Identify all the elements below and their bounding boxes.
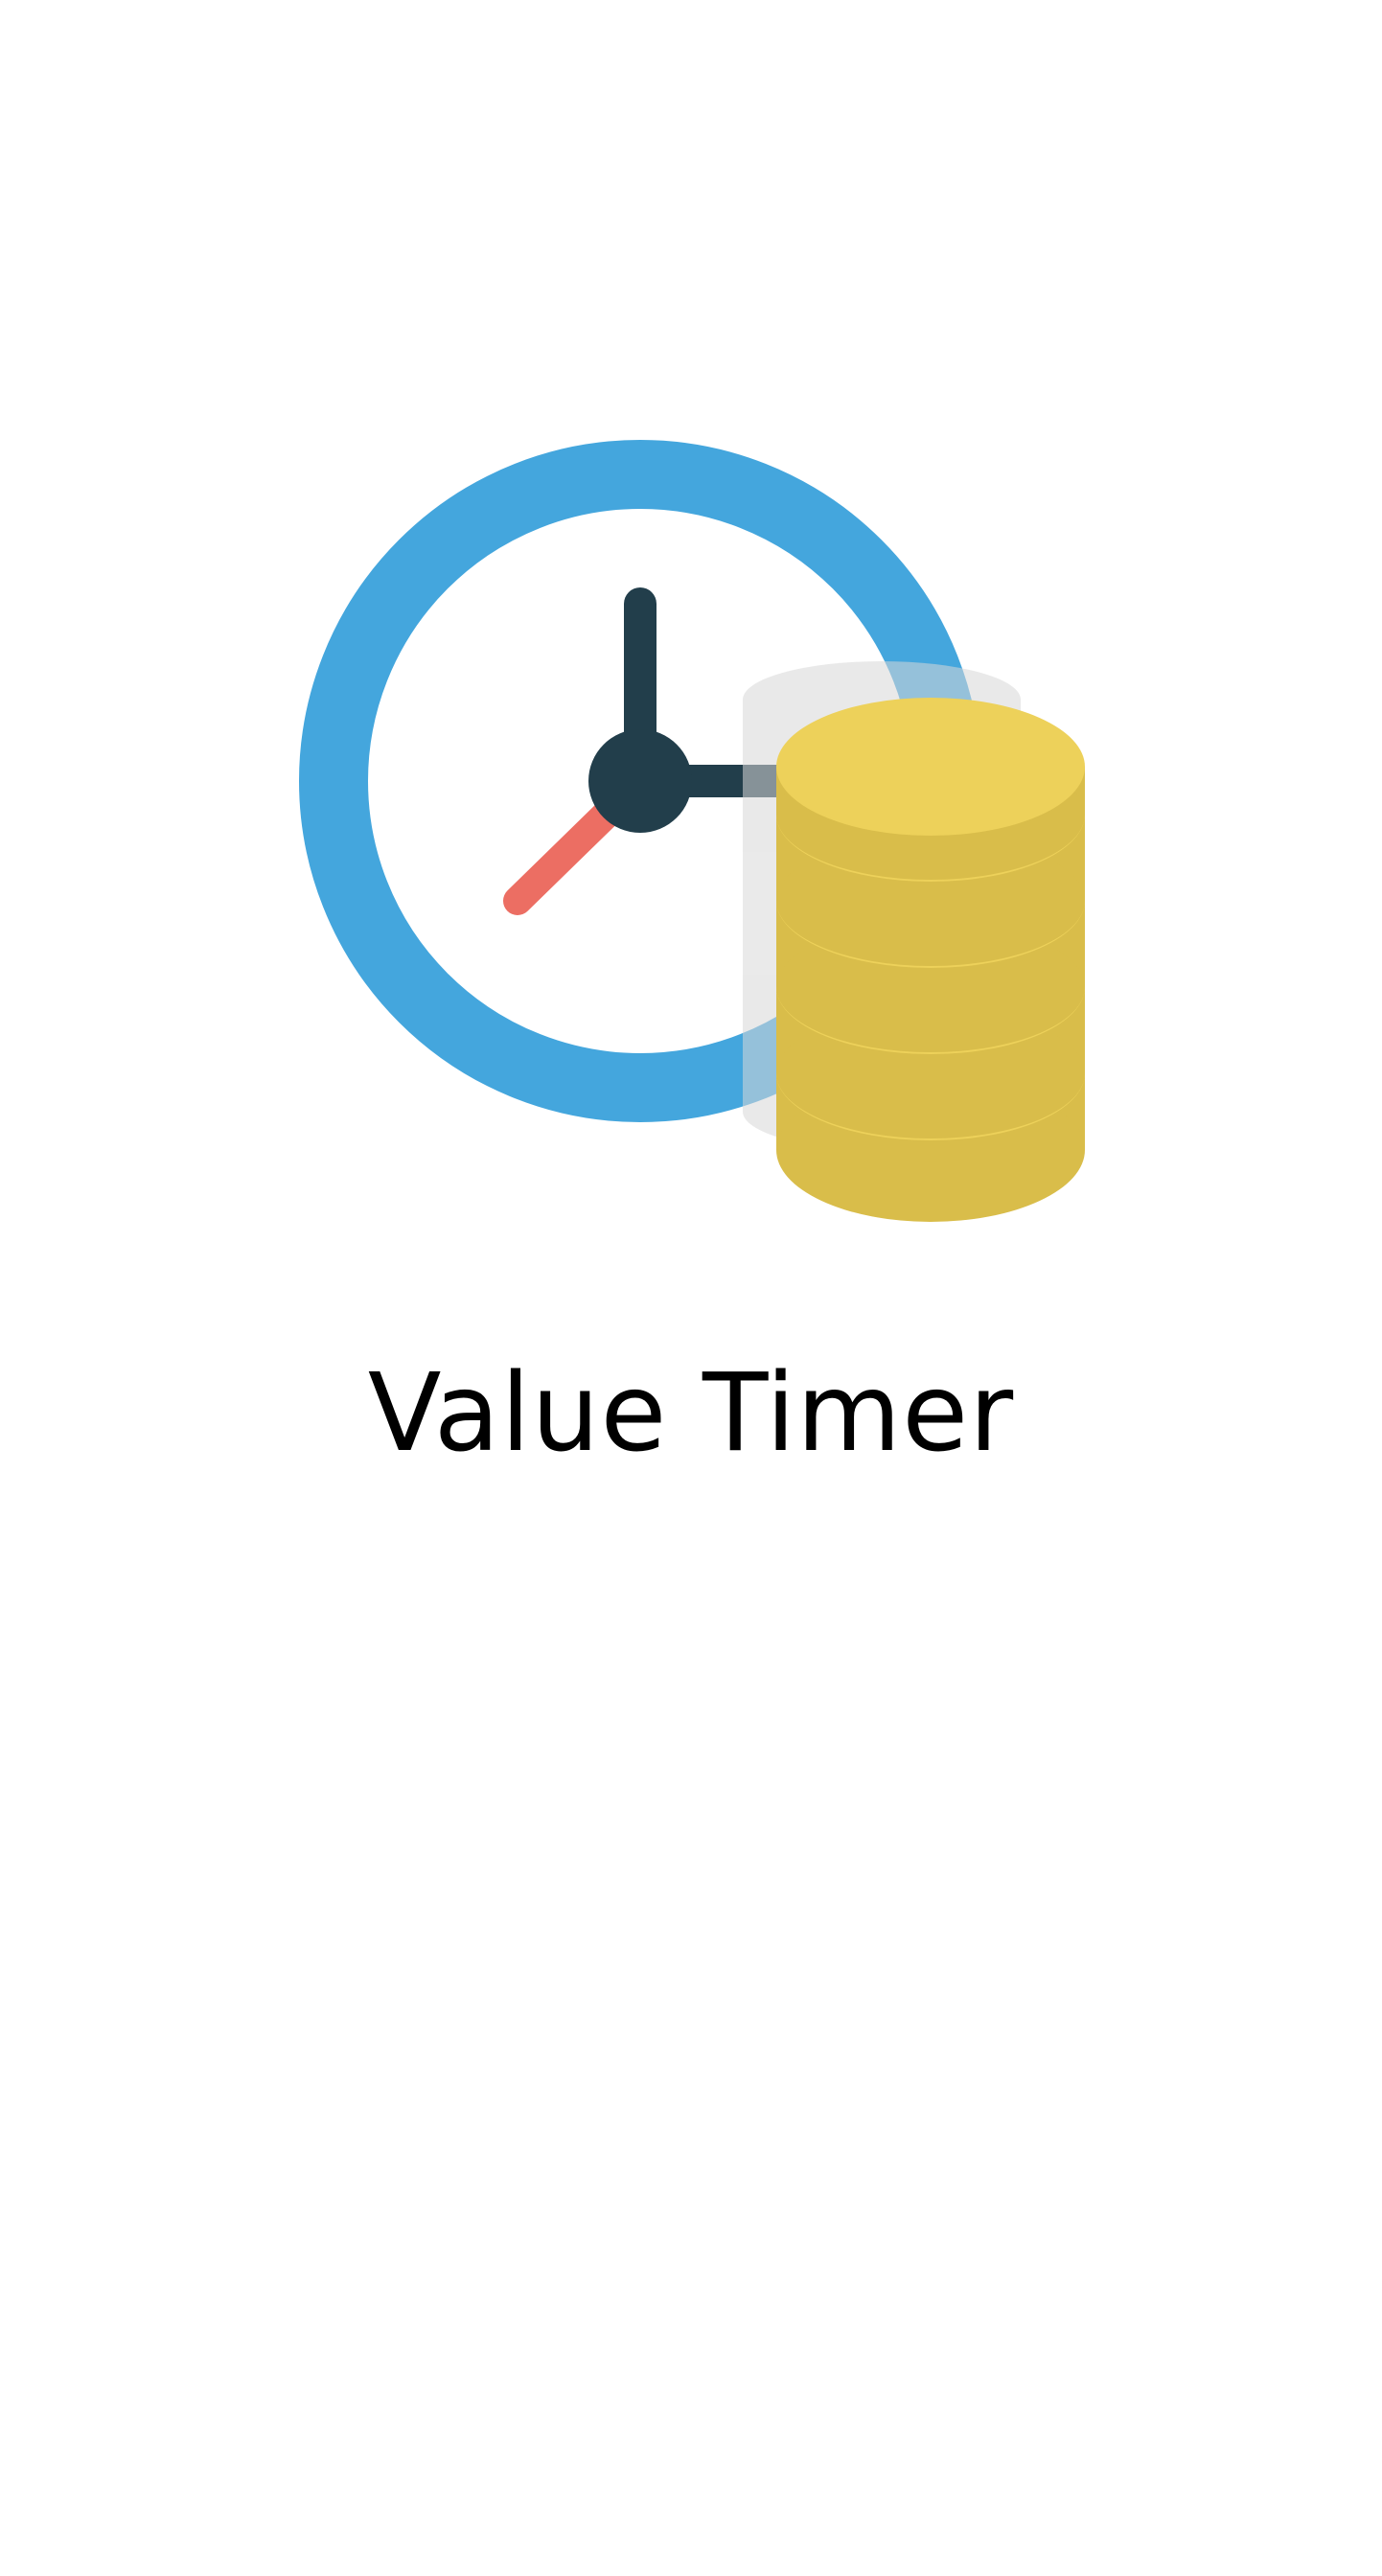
- splash-screen: Value Timer: [0, 0, 1382, 2576]
- app-logo-icon: [299, 440, 1085, 1222]
- app-title: Value Timer: [367, 1351, 1015, 1476]
- coin-stack: [776, 698, 1085, 1222]
- clock-hub: [588, 729, 692, 833]
